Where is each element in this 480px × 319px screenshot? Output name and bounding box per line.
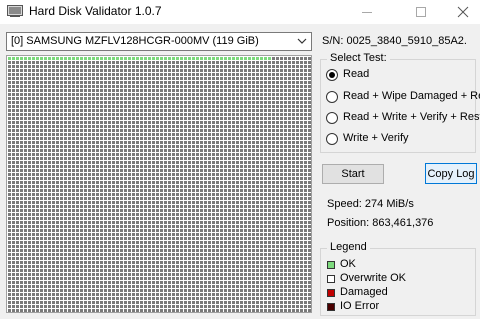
start-button[interactable]: Start [322, 164, 384, 184]
legend-label: Overwrite OK [340, 272, 407, 284]
minimize-icon [362, 12, 372, 13]
speed-readout: Speed: 274 MiB/s [327, 198, 414, 210]
radio-label: Write + Verify [343, 132, 409, 144]
legend-label: Damaged [340, 286, 388, 298]
radio-indicator [326, 133, 338, 145]
position-readout: Position: 863,461,376 [327, 217, 434, 229]
radio-label: Read + Wipe Damaged + Read [343, 90, 480, 102]
legend-label: IO Error [340, 300, 380, 312]
maximize-button[interactable] [398, 0, 444, 24]
radio-label: Read [343, 68, 370, 80]
legend-swatch [327, 303, 335, 311]
serial-number: S/N: 0025_3840_5910_85A2. [322, 35, 467, 47]
chevron-down-icon [297, 38, 307, 44]
disk-select-value: [0] SAMSUNG MZFLV128HCGR-000MV (119 GiB) [11, 35, 259, 47]
radio-indicator [326, 112, 338, 124]
select-test-label: Select Test: [327, 52, 390, 64]
select-test-group: Select Test: Read Read + Wipe Damaged + … [320, 52, 480, 153]
close-icon [457, 6, 469, 18]
title-bar: Hard Disk Validator 1.0.7 [0, 0, 480, 24]
app-window: Hard Disk Validator 1.0.7 [0] SAMSUNG MZ… [0, 0, 480, 319]
radio-indicator [326, 69, 338, 81]
app-icon [7, 5, 23, 17]
maximize-icon [416, 7, 426, 17]
disk-select[interactable]: [0] SAMSUNG MZFLV128HCGR-000MV (119 GiB) [6, 32, 312, 51]
legend-title: Legend [327, 241, 370, 253]
legend-swatch [327, 289, 335, 297]
window-title: Hard Disk Validator 1.0.7 [29, 4, 162, 18]
close-button[interactable] [444, 0, 480, 24]
legend-swatch [327, 275, 335, 283]
disk-block-map [6, 55, 312, 313]
legend-group: Legend OK Overwrite OK Damaged IO Error [320, 241, 476, 316]
legend-label: OK [340, 258, 356, 270]
legend-swatch [327, 261, 335, 269]
radio-label: Read + Write + Verify + Restore [343, 111, 480, 123]
copy-log-button[interactable]: Copy Log [425, 163, 477, 184]
radio-indicator [326, 91, 338, 103]
minimize-button[interactable] [344, 0, 390, 24]
block-map-grid [7, 56, 311, 312]
